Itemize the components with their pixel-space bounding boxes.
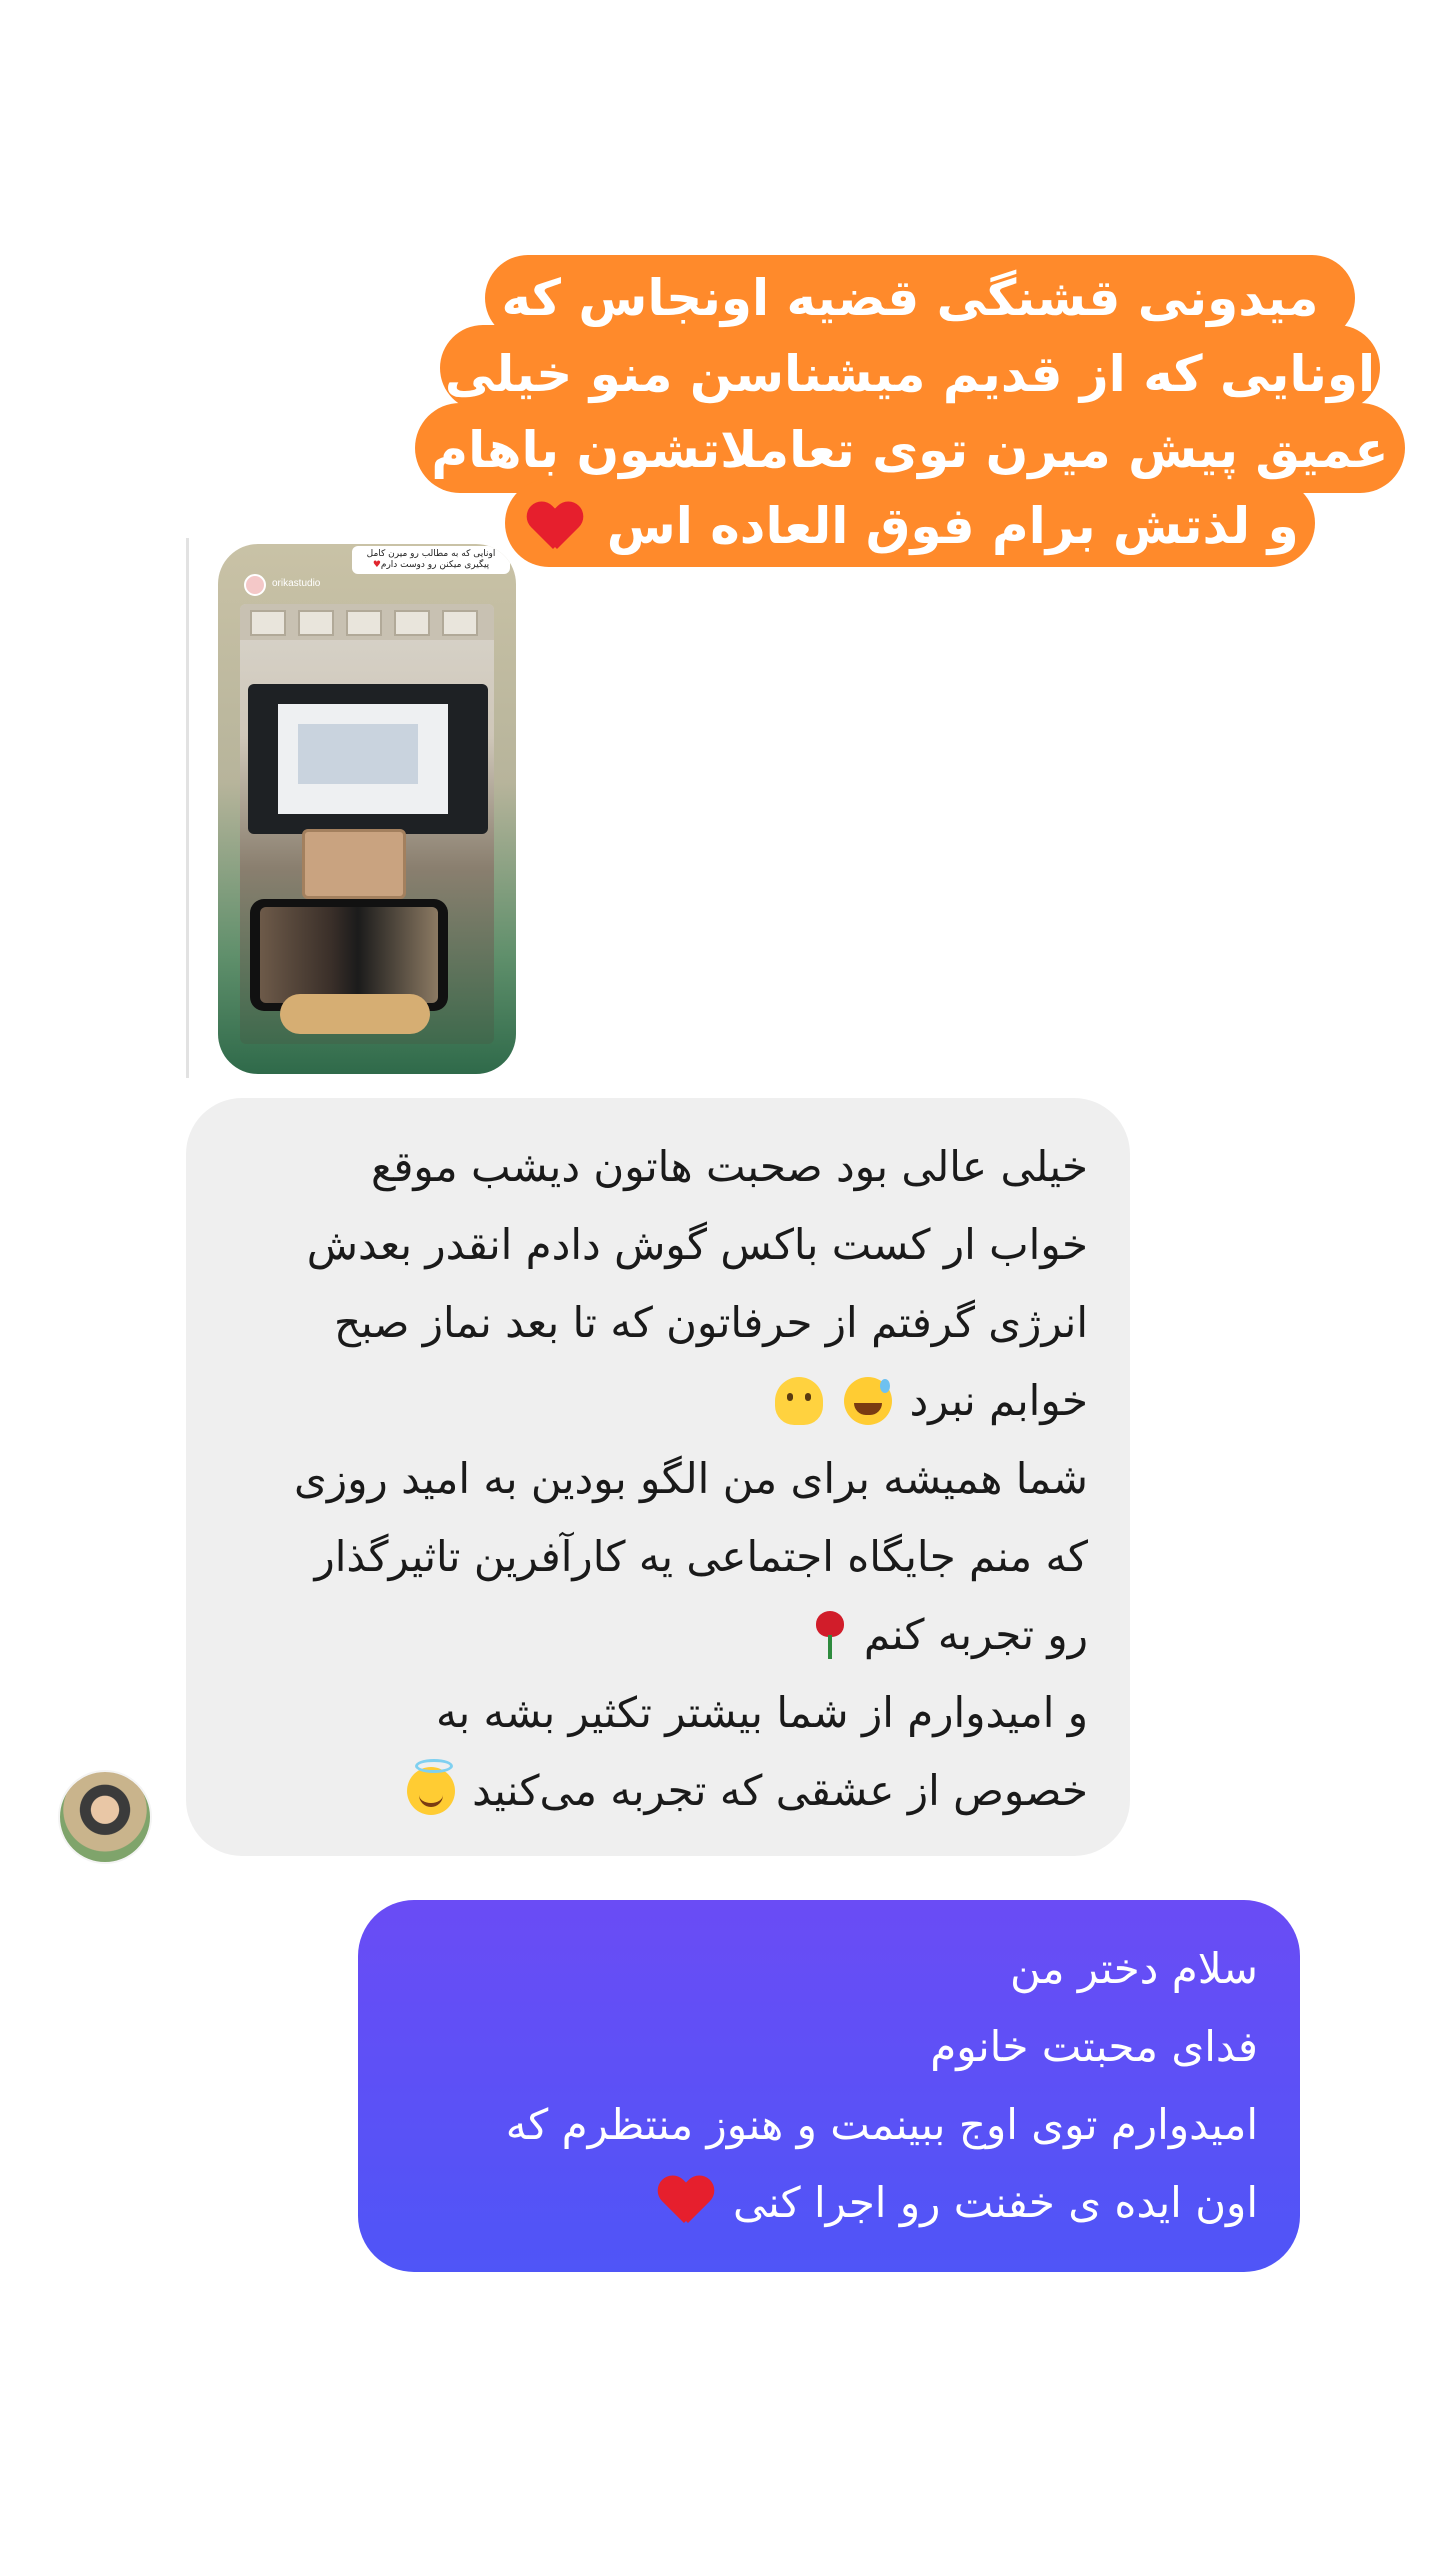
- message-line: که منم جایگاه اجتماعی یه کارآفرین تاثیرگ…: [314, 1532, 1088, 1581]
- sticker-line-text: و لذتش برام فوق العاده اس: [606, 497, 1299, 555]
- received-message-bubble[interactable]: خیلی عالی بود صحبت هاتون دیشب موقع خواب …: [186, 1098, 1130, 1856]
- sticker-line: اونایی که از قدیم میشناسن منو خیلی: [444, 345, 1376, 403]
- phone-stand-graphic: [280, 994, 430, 1034]
- rose-icon: [813, 1611, 847, 1659]
- message-line: اون ایده ی خفنت رو اجرا کنی: [394, 2164, 1258, 2242]
- reply-divider: [186, 538, 189, 1078]
- red-heart-icon: ♥: [372, 560, 381, 570]
- message-line: خواب ار کست باکس گوش دادم انقدر بعدش: [306, 1220, 1088, 1269]
- story-caption: اونایی که به مطالب رو میرن کامل پیگیری م…: [352, 546, 510, 574]
- message-line: و امیدوارم از شما بیشتر تکثیر بشه به: [435, 1688, 1088, 1737]
- story-avatar: [244, 574, 266, 596]
- sticker-quote[interactable]: میدونی قشنگی قضیه اونجاس که اونایی که از…: [415, 255, 1405, 570]
- message-line-text: اون ایده ی خفنت رو اجرا کنی: [732, 2178, 1258, 2227]
- message-line: امیدوارم توی اوج ببینمت و هنوز منتظرم که: [505, 2100, 1258, 2149]
- sender-avatar[interactable]: [58, 1770, 152, 1864]
- sticker-line: و لذتش برام فوق العاده اس: [415, 487, 1405, 565]
- message-line: فدای محبتت خانوم: [930, 2022, 1258, 2071]
- red-heart-icon: [658, 2177, 714, 2225]
- story-thumbnail[interactable]: orikastudio اونایی که به مطالب رو میرن ک…: [218, 544, 516, 1074]
- message-line: خوابم نبرد: [222, 1362, 1088, 1440]
- smiling-halo-icon: [406, 1759, 455, 1815]
- sticker-line: عمیق پیش میرن توی تعاملاتشون باهام: [431, 421, 1389, 479]
- message-line: خیلی عالی بود صحبت هاتون دیشب موقع: [371, 1142, 1088, 1191]
- message-line-text: خصوص از عشقی که تجربه می‌کنید: [472, 1766, 1088, 1815]
- message-line: خصوص از عشقی که تجربه می‌کنید: [222, 1752, 1088, 1830]
- story-username: orikastudio: [272, 578, 321, 589]
- message-line: رو تجربه کنم: [222, 1596, 1088, 1674]
- sent-message-bubble[interactable]: سلام دختر من فدای محبتت خانوم امیدوارم ت…: [358, 1900, 1300, 2272]
- decor-tile-graphic: [302, 829, 406, 899]
- grinning-sweat-icon: [844, 1377, 893, 1425]
- message-line-text: خوابم نبرد: [909, 1376, 1088, 1425]
- message-line: سلام دختر من: [1010, 1944, 1258, 1993]
- shelf-graphic: [240, 604, 494, 640]
- message-line: شما همیشه برای من الگو بودین به امید روز…: [294, 1454, 1088, 1503]
- sticker-line: میدونی قشنگی قضیه اونجاس که: [501, 269, 1319, 327]
- shared-story[interactable]: orikastudio اونایی که به مطالب رو میرن ک…: [186, 538, 526, 1078]
- story-caption-text: اونایی که به مطالب رو میرن کامل پیگیری م…: [366, 549, 496, 570]
- story-photo: [240, 604, 494, 1044]
- message-line-text: رو تجربه کنم: [863, 1610, 1088, 1659]
- message-line: انرژی گرفتم از حرفاتون که تا بعد نماز صب…: [333, 1298, 1088, 1347]
- melting-face-icon: [774, 1377, 823, 1425]
- monitor-graphic: [248, 684, 488, 834]
- red-heart-icon: [527, 503, 583, 551]
